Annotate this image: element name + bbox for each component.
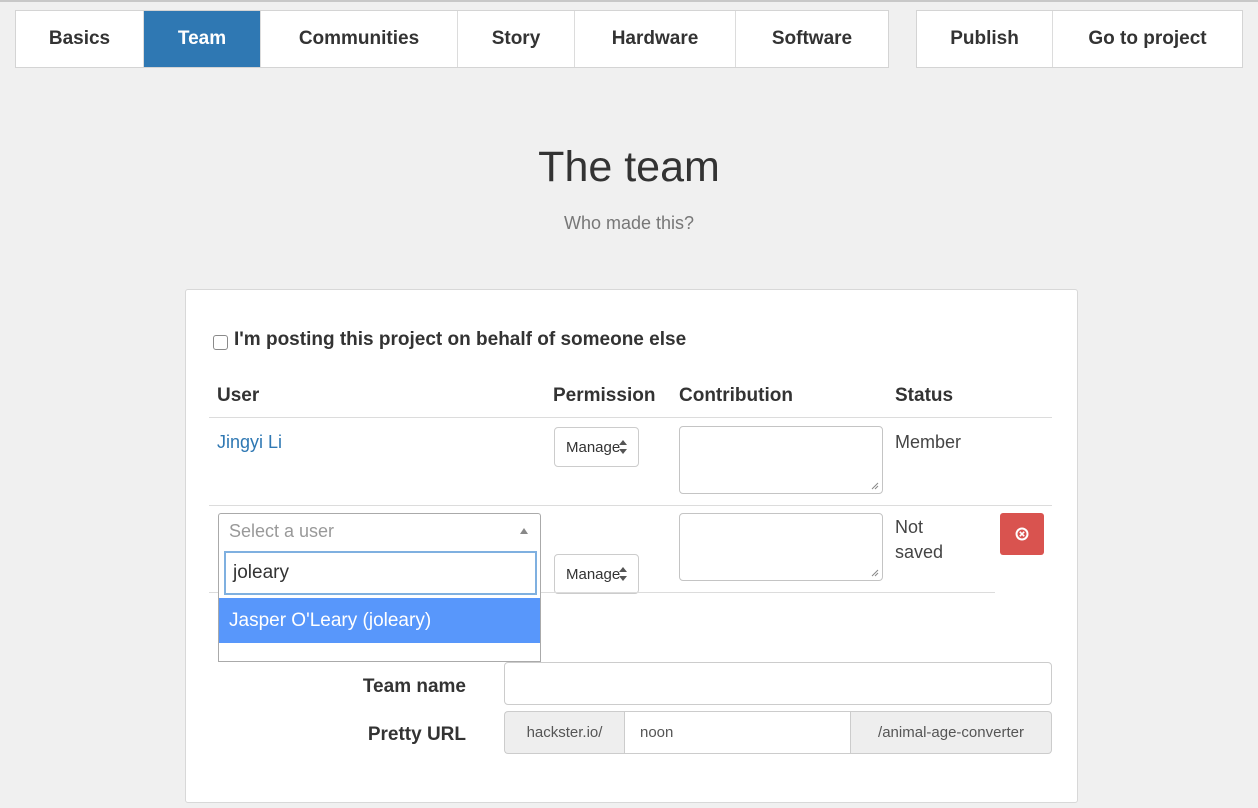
column-header-status: Status xyxy=(895,385,954,406)
pending-status-line: Not xyxy=(895,517,924,537)
behalf-checkbox[interactable] xyxy=(213,335,228,350)
remove-member-button[interactable] xyxy=(1000,513,1044,555)
tab-basics[interactable]: Basics xyxy=(16,11,144,67)
tab-software[interactable]: Software xyxy=(736,11,888,67)
top-border xyxy=(0,0,1258,2)
url-prefix: hackster.io/ xyxy=(504,711,624,754)
page-title: The team xyxy=(538,143,720,191)
pretty-url-input[interactable]: noon xyxy=(624,711,851,754)
project-action-tabs: Publish Go to project xyxy=(916,10,1243,68)
column-header-contribution: Contribution xyxy=(679,385,793,406)
tab-story[interactable]: Story xyxy=(458,11,575,67)
tab-team[interactable]: Team xyxy=(144,11,261,67)
team-card: I'm posting this project on behalf of so… xyxy=(185,289,1078,803)
column-header-permission: Permission xyxy=(553,385,656,406)
user-select[interactable]: Select a user xyxy=(218,513,541,548)
resize-grip-icon[interactable] xyxy=(871,569,879,577)
caret-up-icon xyxy=(520,528,528,534)
user-dropdown: joleary Jasper O'Leary (joleary) xyxy=(218,548,541,662)
pending-status: Not saved xyxy=(895,515,943,565)
member-status: Member xyxy=(895,432,962,452)
pretty-url-label: Pretty URL xyxy=(367,724,466,745)
pretty-url-value: noon xyxy=(640,724,674,741)
resize-grip-icon[interactable] xyxy=(871,482,879,490)
pending-status-line: saved xyxy=(895,542,944,562)
select-arrows-icon xyxy=(619,440,627,454)
column-header-user: User xyxy=(217,385,260,406)
tab-go-to-project[interactable]: Go to project xyxy=(1053,11,1242,67)
team-name-label: Team name xyxy=(362,676,466,697)
tab-hardware[interactable]: Hardware xyxy=(575,11,736,67)
permission-select-value: Manage xyxy=(566,438,621,456)
user-search-input[interactable]: joleary xyxy=(224,551,537,595)
permission-select[interactable]: Manage xyxy=(554,554,639,594)
permission-select-value: Manage xyxy=(566,565,621,583)
team-name-input[interactable] xyxy=(504,662,1052,705)
contribution-textarea[interactable] xyxy=(679,426,883,494)
behalf-label[interactable]: I'm posting this project on behalf of so… xyxy=(234,329,686,351)
remove-icon xyxy=(1015,527,1029,541)
page-subtitle: Who made this? xyxy=(563,213,695,233)
user-search-value: joleary xyxy=(233,562,289,583)
pretty-url-group: hackster.io/ noon /animal-age-converter xyxy=(504,711,1052,754)
select-arrows-icon xyxy=(619,567,627,581)
permission-select[interactable]: Manage xyxy=(554,427,639,467)
row-divider xyxy=(209,505,1052,506)
user-select-placeholder: Select a user xyxy=(229,520,335,541)
user-option-highlighted[interactable]: Jasper O'Leary (joleary) xyxy=(219,598,540,643)
team-member-link[interactable]: Jingyi Li xyxy=(217,432,282,453)
tab-communities[interactable]: Communities xyxy=(261,11,458,67)
contribution-textarea[interactable] xyxy=(679,513,883,581)
tab-publish[interactable]: Publish xyxy=(917,11,1053,67)
project-tabs: Basics Team Communities Story Hardware Softwa… xyxy=(15,10,889,68)
url-suffix: /animal-age-converter xyxy=(851,711,1052,754)
header-divider xyxy=(209,417,1052,418)
